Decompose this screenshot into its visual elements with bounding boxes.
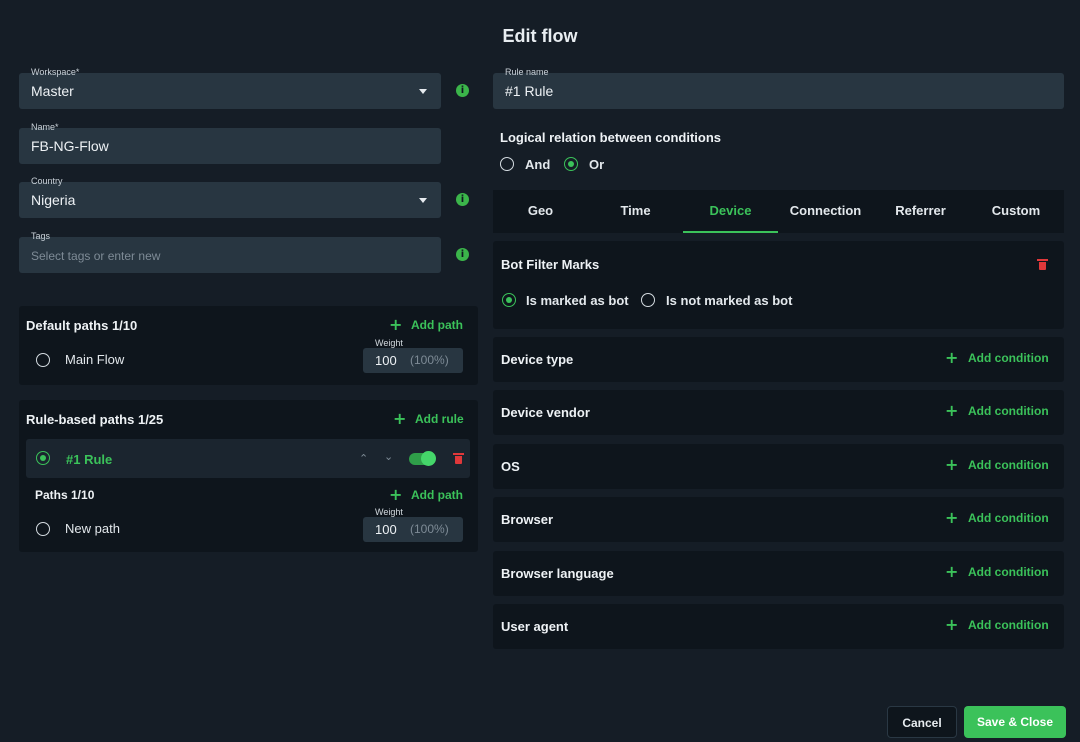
add-condition-button[interactable]: Add condition [968,565,1049,579]
tab-time[interactable]: Time [588,190,683,233]
logic-or-radio[interactable] [564,157,578,171]
plus-icon[interactable]: + [945,350,958,366]
name-label: Name* [31,122,59,132]
weight-label: Weight [375,338,403,348]
tags-input[interactable]: Tags Select tags or enter new [19,231,441,273]
info-icon[interactable]: i [456,248,469,261]
tab-referrer[interactable]: Referrer [873,190,968,233]
rule-item[interactable]: #1 Rule ⌃ ⌄ [26,439,470,478]
trash-icon[interactable] [453,453,464,464]
workspace-label: Workspace* [31,67,80,77]
weight-value: 100 [375,522,397,537]
plus-icon[interactable]: + [389,487,402,503]
condition-name: Device vendor [501,405,590,420]
bot-filter-panel: Bot Filter Marks Is marked as bot Is not… [493,241,1064,329]
info-icon[interactable]: i [456,84,469,97]
tab-geo[interactable]: Geo [493,190,588,233]
paths-title: Paths 1/10 [35,488,95,502]
condition-row-os: OS + Add condition [493,444,1064,489]
default-paths-panel: Default paths 1/10 + Add path Main Flow … [19,306,478,385]
add-condition-button[interactable]: Add condition [968,511,1049,525]
info-icon[interactable]: i [456,193,469,206]
rule-paths-title: Rule-based paths 1/25 [26,412,164,427]
condition-name: OS [501,459,520,474]
tab-connection[interactable]: Connection [778,190,873,233]
new-path-radio[interactable] [36,522,50,536]
trash-icon[interactable] [1037,259,1048,270]
weight-percent: (100%) [410,353,449,367]
plus-icon[interactable]: + [945,617,958,633]
plus-icon[interactable]: + [945,457,958,473]
logic-and-radio[interactable] [500,157,514,171]
condition-name: User agent [501,619,569,634]
not-marked-bot-radio[interactable] [641,293,655,307]
add-rule-button[interactable]: Add rule [415,412,464,426]
marked-bot-radio[interactable] [502,293,516,307]
weight-value: 100 [375,353,397,368]
add-path-button[interactable]: Add path [411,318,463,332]
tab-device[interactable]: Device [683,190,778,233]
condition-tabs: Geo Time Device Connection Referrer Cust… [493,190,1064,233]
cancel-button[interactable]: Cancel [887,706,957,738]
weight-percent: (100%) [410,522,449,536]
rule-name: #1 Rule [66,452,113,467]
logic-title: Logical relation between conditions [500,130,722,145]
bot-filter-title: Bot Filter Marks [501,257,600,272]
logic-and-label: And [525,157,551,172]
plus-icon[interactable]: + [945,510,958,526]
path-name: New path [65,521,120,536]
plus-icon[interactable]: + [389,317,402,333]
save-close-button[interactable]: Save & Close [964,706,1066,738]
name-field[interactable]: Name* FB-NG-Flow [19,122,441,164]
default-paths-title: Default paths 1/10 [26,318,138,333]
add-condition-button[interactable]: Add condition [968,404,1049,418]
rule-radio[interactable] [36,451,50,465]
rule-paths-panel: Rule-based paths 1/25 + Add rule #1 Rule… [19,400,478,552]
name-value: FB-NG-Flow [31,138,109,154]
add-condition-button[interactable]: Add condition [968,618,1049,632]
condition-name: Browser [501,512,554,527]
rule-name-field[interactable]: Rule name #1 Rule [493,67,1064,109]
workspace-value: Master [31,83,74,99]
tags-placeholder: Select tags or enter new [31,249,161,263]
add-condition-button[interactable]: Add condition [968,351,1049,365]
condition-name: Browser language [501,566,614,581]
plus-icon[interactable]: + [945,403,958,419]
condition-row-user-agent: User agent + Add condition [493,604,1064,649]
condition-row-device-type: Device type + Add condition [493,337,1064,382]
chevron-up-icon[interactable]: ⌃ [359,452,368,465]
condition-name: Device type [501,352,574,367]
rule-name-value: #1 Rule [505,83,554,99]
workspace-select[interactable]: Workspace* Master [19,67,441,109]
main-flow-radio[interactable] [36,353,50,367]
rule-name-label: Rule name [505,67,549,77]
chevron-down-icon [419,198,427,203]
country-select[interactable]: Country Nigeria [19,176,441,218]
condition-row-browser: Browser + Add condition [493,497,1064,542]
dialog-title: Edit flow [502,26,578,46]
country-value: Nigeria [31,192,76,208]
weight-input[interactable]: Weight 100 (100%) [363,338,463,373]
tab-custom[interactable]: Custom [968,190,1064,233]
add-condition-button[interactable]: Add condition [968,458,1049,472]
tags-label: Tags [31,231,51,241]
condition-row-browser-language: Browser language + Add condition [493,551,1064,596]
path-name: Main Flow [65,352,125,367]
rule-enabled-toggle[interactable] [409,451,436,466]
chevron-down-icon[interactable]: ⌄ [384,450,393,463]
not-marked-bot-label: Is not marked as bot [666,293,793,308]
chevron-down-icon [419,89,427,94]
weight-label: Weight [375,507,403,517]
condition-row-device-vendor: Device vendor + Add condition [493,390,1064,435]
logic-or-label: Or [589,157,605,172]
plus-icon[interactable]: + [393,411,406,427]
add-path-button[interactable]: Add path [411,488,463,502]
marked-bot-label: Is marked as bot [526,293,629,308]
weight-input[interactable]: Weight 100 (100%) [363,507,463,542]
country-label: Country [31,176,63,186]
plus-icon[interactable]: + [945,564,958,580]
